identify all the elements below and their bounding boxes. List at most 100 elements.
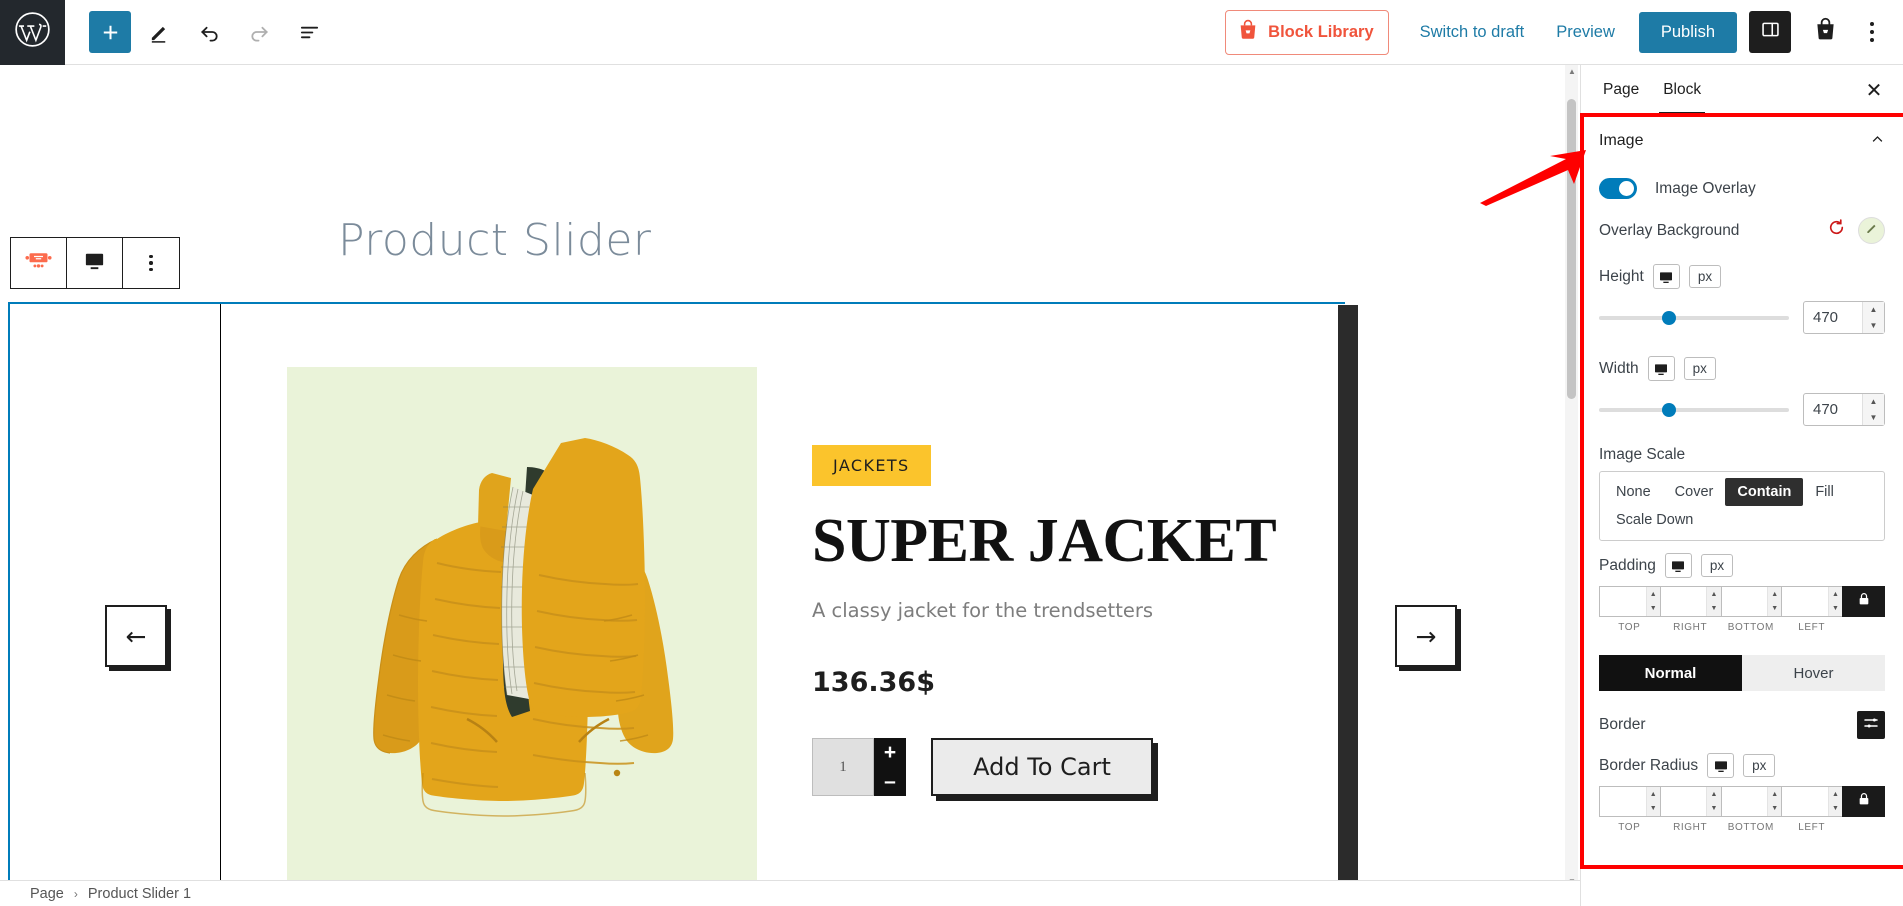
image-scale-option-cover[interactable]: Cover — [1663, 478, 1726, 506]
border-radius-bottom-down-icon[interactable]: ▼ — [1768, 802, 1781, 817]
border-radius-left-input[interactable] — [1782, 793, 1828, 810]
padding-bottom-input[interactable] — [1721, 593, 1768, 610]
border-radius-left-up-icon[interactable]: ▲ — [1829, 787, 1842, 802]
height-unit-px[interactable]: px — [1688, 265, 1722, 288]
border-radius-right-cell[interactable]: ▲ ▼ — [1659, 786, 1721, 817]
overlay-color-swatch[interactable] — [1858, 217, 1885, 244]
product-category-badge[interactable]: JACKETS — [812, 445, 931, 486]
list-view-button[interactable] — [287, 10, 331, 54]
scrollbar-thumb[interactable] — [1567, 99, 1576, 399]
slider-next-button[interactable]: → — [1395, 605, 1457, 667]
width-slider-knob[interactable] — [1661, 402, 1676, 417]
padding-bottom-down-icon[interactable]: ▼ — [1768, 602, 1781, 617]
border-radius-right-input[interactable] — [1660, 793, 1707, 810]
quantity-decrement-button[interactable]: – — [874, 767, 906, 796]
block-selection-handle[interactable] — [1338, 305, 1358, 888]
width-slider[interactable] — [1599, 399, 1789, 421]
preview-button[interactable]: Preview — [1540, 13, 1631, 52]
border-radius-bottom-input[interactable] — [1721, 793, 1768, 810]
undo-button[interactable] — [187, 10, 231, 54]
border-radius-device-icon[interactable] — [1707, 753, 1735, 778]
padding-right-up-icon[interactable]: ▲ — [1707, 587, 1720, 602]
border-radius-top-input[interactable] — [1600, 793, 1646, 810]
add-block-button[interactable] — [89, 11, 131, 53]
padding-left-up-icon[interactable]: ▲ — [1829, 587, 1842, 602]
padding-link-lock-button[interactable] — [1842, 586, 1885, 617]
padding-top-input[interactable] — [1600, 593, 1646, 610]
image-scale-option-fill[interactable]: Fill — [1803, 478, 1846, 506]
border-settings-button[interactable] — [1857, 711, 1885, 739]
image-scale-option-none[interactable]: None — [1604, 478, 1663, 506]
padding-top-up-icon[interactable]: ▲ — [1647, 587, 1660, 602]
border-radius-top-cell[interactable]: ▲ ▼ — [1599, 786, 1660, 817]
edit-tool-button[interactable] — [137, 10, 181, 54]
redo-button[interactable] — [237, 10, 281, 54]
border-radius-unit-px[interactable]: px — [1743, 754, 1776, 777]
switch-to-draft-button[interactable]: Switch to draft — [1404, 13, 1541, 52]
wordpress-logo-button[interactable] — [0, 0, 65, 65]
image-scale-option-scale-down[interactable]: Scale Down — [1604, 506, 1705, 534]
block-options-button[interactable] — [123, 238, 179, 288]
page-title[interactable]: Product Slider — [338, 215, 652, 266]
scroll-up-arrow-icon[interactable]: ▲ — [1568, 67, 1576, 76]
breadcrumb-item-page[interactable]: Page — [30, 886, 64, 902]
breadcrumb-item-block[interactable]: Product Slider 1 — [88, 886, 191, 902]
padding-unit-px[interactable]: px — [1700, 554, 1734, 577]
height-spin-up-icon[interactable]: ▲ — [1863, 302, 1884, 318]
border-radius-left-cell[interactable]: ▲ ▼ — [1781, 786, 1842, 817]
tab-page[interactable]: Page — [1591, 65, 1651, 115]
padding-right-input[interactable] — [1660, 593, 1707, 610]
product-image[interactable] — [287, 367, 757, 888]
padding-left-input[interactable] — [1782, 593, 1828, 610]
border-radius-top-down-icon[interactable]: ▼ — [1647, 802, 1660, 817]
width-device-icon[interactable] — [1647, 356, 1675, 381]
padding-left-cell[interactable]: ▲ ▼ — [1781, 586, 1842, 617]
border-radius-top-up-icon[interactable]: ▲ — [1647, 787, 1660, 802]
width-spin-up-icon[interactable]: ▲ — [1863, 394, 1884, 410]
publish-button[interactable]: Publish — [1638, 11, 1737, 53]
padding-left-down-icon[interactable]: ▼ — [1829, 602, 1842, 617]
height-number-box[interactable]: 470 ▲ ▼ — [1803, 301, 1885, 334]
padding-top-cell[interactable]: ▲ ▼ — [1599, 586, 1660, 617]
product-subtitle[interactable]: A classy jacket for the trendsetters — [812, 599, 1332, 622]
add-to-cart-button[interactable]: Add To Cart — [931, 738, 1153, 797]
width-number-box[interactable]: 470 ▲ ▼ — [1803, 393, 1885, 426]
desktop-view-button[interactable] — [67, 238, 123, 288]
width-spin-down-icon[interactable]: ▼ — [1863, 410, 1884, 426]
quantity-increment-button[interactable]: + — [874, 738, 906, 767]
border-radius-right-up-icon[interactable]: ▲ — [1707, 787, 1720, 802]
block-library-button[interactable]: Block Library — [1225, 9, 1389, 55]
height-device-icon[interactable] — [1652, 264, 1680, 289]
border-radius-bottom-cell[interactable]: ▲ ▼ — [1720, 786, 1782, 817]
padding-bottom-up-icon[interactable]: ▲ — [1768, 587, 1781, 602]
border-radius-bottom-up-icon[interactable]: ▲ — [1768, 787, 1781, 802]
more-options-button[interactable] — [1855, 11, 1889, 53]
woo-cart-button[interactable] — [1805, 11, 1845, 53]
border-radius-link-lock-button[interactable] — [1842, 786, 1885, 817]
state-tab-hover[interactable]: Hover — [1742, 655, 1885, 691]
height-slider-knob[interactable] — [1661, 310, 1676, 325]
border-radius-left-down-icon[interactable]: ▼ — [1829, 802, 1842, 817]
quantity-input[interactable]: 1 — [812, 738, 874, 797]
padding-right-cell[interactable]: ▲ ▼ — [1659, 586, 1721, 617]
slider-block-icon-button[interactable] — [11, 238, 67, 288]
height-spin-down-icon[interactable]: ▼ — [1863, 318, 1884, 334]
image-panel-header[interactable]: Image — [1599, 116, 1885, 164]
padding-top-down-icon[interactable]: ▼ — [1647, 602, 1660, 617]
close-sidebar-button[interactable]: ✕ — [1855, 71, 1893, 109]
height-slider[interactable] — [1599, 307, 1789, 329]
padding-device-icon[interactable] — [1664, 553, 1692, 578]
slider-prev-button[interactable]: ← — [105, 605, 167, 667]
image-overlay-toggle[interactable] — [1599, 178, 1637, 199]
tab-block[interactable]: Block — [1651, 65, 1713, 115]
state-tab-normal[interactable]: Normal — [1599, 655, 1742, 691]
border-radius-right-down-icon[interactable]: ▼ — [1707, 802, 1720, 817]
chevron-up-icon[interactable] — [1870, 132, 1885, 150]
width-unit-px[interactable]: px — [1683, 357, 1716, 380]
image-scale-option-contain[interactable]: Contain — [1725, 478, 1804, 506]
height-value[interactable]: 470 — [1804, 309, 1862, 326]
settings-sidebar-toggle[interactable] — [1749, 11, 1791, 53]
padding-right-down-icon[interactable]: ▼ — [1707, 602, 1720, 617]
padding-bottom-cell[interactable]: ▲ ▼ — [1720, 586, 1782, 617]
product-title[interactable]: SUPER JACKET — [812, 508, 1332, 574]
